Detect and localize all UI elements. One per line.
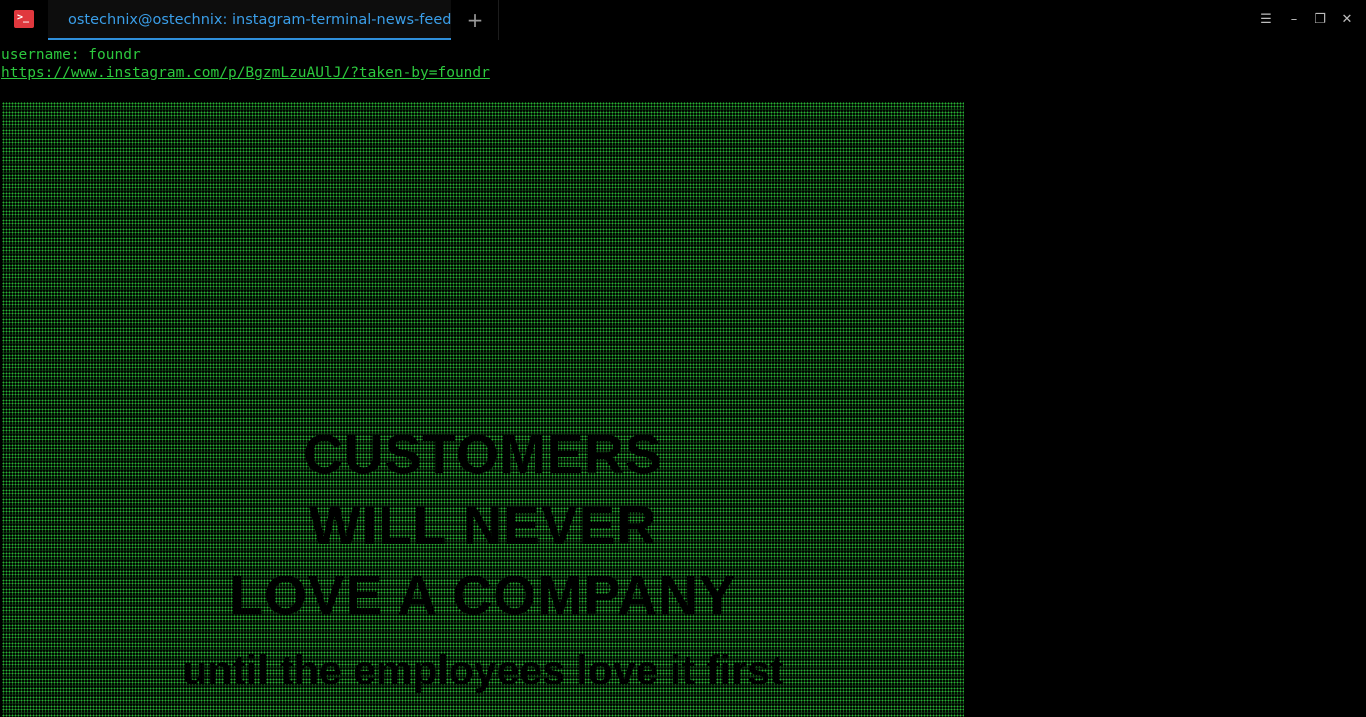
poster-line-3: LOVE A COMPANY: [229, 564, 737, 626]
tab-label: ostechnix@ostechnix: instagram-terminal-…: [68, 12, 452, 28]
restore-button[interactable]: ❐: [1312, 12, 1328, 28]
ascii-image-render: CUSTOMERS WILL NEVER LOVE A COMPANY unti…: [2, 102, 964, 717]
username-line: username: foundr: [1, 47, 141, 63]
poster-line-1: CUSTOMERS: [303, 423, 663, 485]
post-url-link[interactable]: https://www.instagram.com/p/BgzmLzuAUlJ/…: [1, 64, 490, 82]
minimize-button[interactable]: –: [1286, 12, 1302, 28]
terminal-app-icon[interactable]: >_: [14, 10, 34, 28]
poster-line-2: WILL NEVER: [308, 494, 658, 556]
title-bar: >_ ostechnix@ostechnix: instagram-termin…: [0, 0, 1366, 40]
hamburger-menu-icon[interactable]: ☰: [1258, 12, 1274, 28]
new-tab-button[interactable]: +: [466, 10, 484, 30]
terminal-output[interactable]: username: foundr https://www.instagram.c…: [0, 44, 1366, 717]
poster-line-4: until the employees love it first: [182, 647, 784, 693]
terminal-prompt-icon: >_: [17, 12, 30, 23]
close-button[interactable]: ✕: [1339, 12, 1355, 28]
tab-active-session[interactable]: ostechnix@ostechnix: instagram-terminal-…: [48, 0, 451, 40]
tab-divider: [498, 0, 499, 40]
